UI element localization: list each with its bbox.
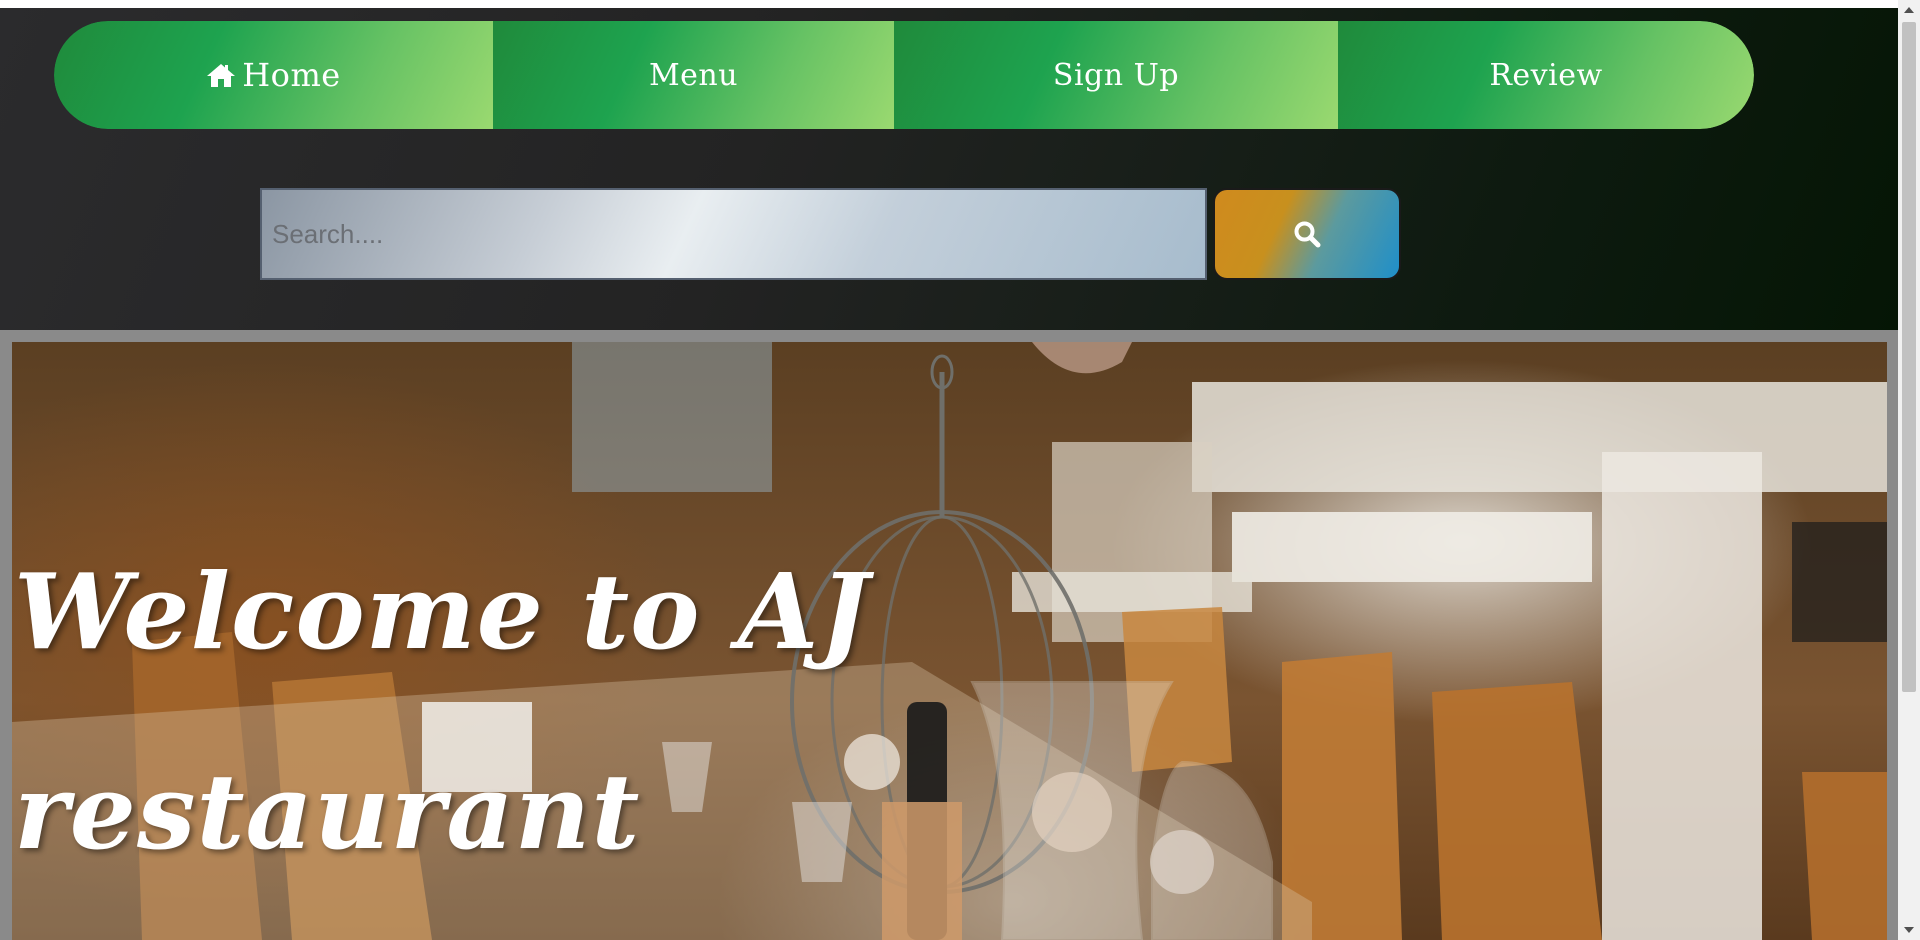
search-input[interactable]	[260, 188, 1207, 280]
nav-item-label: Home	[242, 56, 341, 94]
hero-title: Welcome to AJ restaurant	[14, 550, 870, 873]
nav-item-sign-up[interactable]: Sign Up	[894, 21, 1338, 129]
scrollbar[interactable]	[1898, 0, 1920, 940]
header: Home Menu Sign Up Review	[0, 8, 1898, 330]
search-button[interactable]	[1213, 188, 1401, 280]
scroll-down-arrow-icon[interactable]	[1898, 920, 1920, 940]
hero-banner: Welcome to AJ restaurant	[12, 342, 1887, 940]
scroll-up-arrow-icon[interactable]	[1898, 0, 1920, 20]
nav-item-review[interactable]: Review	[1338, 21, 1754, 129]
nav-item-label: Sign Up	[1052, 57, 1180, 93]
home-icon	[207, 64, 236, 87]
nav-item-menu[interactable]: Menu	[493, 21, 894, 129]
top-strip	[0, 0, 1898, 8]
search-bar	[260, 188, 1401, 280]
search-icon	[1294, 221, 1321, 248]
main-nav: Home Menu Sign Up Review	[54, 21, 1754, 129]
nav-item-label: Menu	[648, 57, 739, 93]
nav-item-home[interactable]: Home	[54, 21, 493, 129]
scrollbar-thumb[interactable]	[1902, 22, 1916, 692]
nav-item-label: Review	[1489, 57, 1603, 93]
